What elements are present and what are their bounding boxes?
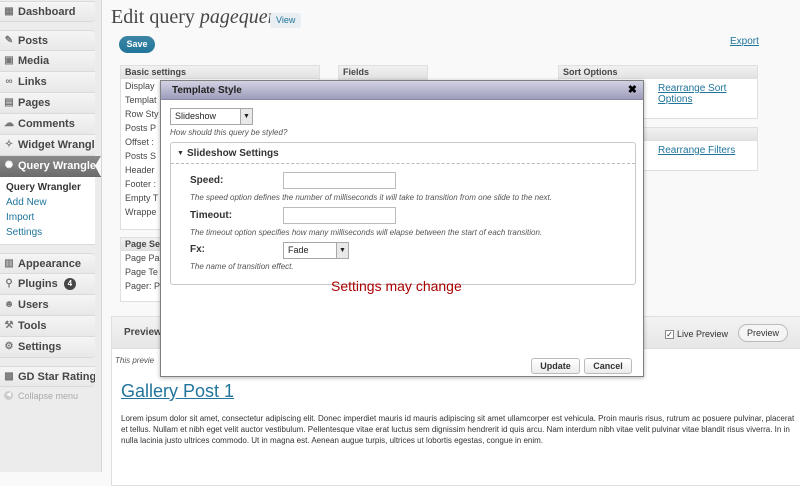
tools-icon: ⚒ bbox=[4, 320, 14, 331]
menu-item-query-wrangler[interactable]: ✺ Query Wrangler bbox=[0, 156, 101, 177]
menu-item-dashboard[interactable]: ▦ Dashboard bbox=[0, 1, 95, 22]
posts-icon: ✎ bbox=[4, 35, 14, 46]
menu-label: Media bbox=[18, 55, 50, 67]
fx-label: Fx: bbox=[190, 244, 205, 255]
comments-icon: ☁ bbox=[4, 118, 14, 129]
page-title: Edit query pagequery bbox=[111, 6, 284, 29]
menu-item-links[interactable]: ∞ Links bbox=[0, 72, 95, 93]
page-title-prefix: Edit query bbox=[111, 6, 195, 28]
menu-item-comments[interactable]: ☁ Comments bbox=[0, 114, 95, 135]
menu-item-users[interactable]: ☻ Users bbox=[0, 295, 95, 316]
slideshow-settings-header[interactable]: ▼ Slideshow Settings bbox=[171, 143, 635, 164]
speed-label: Speed: bbox=[190, 175, 224, 186]
fields-panel: Fields bbox=[338, 65, 428, 80]
template-style-dialog: Template Style ✖ Slideshow ▼ How should … bbox=[160, 80, 644, 377]
timeout-label: Timeout: bbox=[190, 210, 233, 221]
settings-icon: ⚙ bbox=[4, 341, 14, 352]
menu-item-plugins[interactable]: ⚲ Plugins 4 bbox=[0, 274, 95, 295]
appearance-icon: ▥ bbox=[4, 258, 14, 269]
chevron-down-icon: ▼ bbox=[336, 243, 348, 258]
submenu-item-settings[interactable]: Settings bbox=[6, 225, 95, 240]
preview-post-body: Lorem ipsum dolor sit amet, consectetur … bbox=[121, 414, 795, 445]
star-rating-icon: ▩ bbox=[4, 371, 14, 382]
menu-item-gd-star-rating[interactable]: ▩ GD Star Rating bbox=[0, 366, 95, 387]
menu-item-settings[interactable]: ⚙ Settings bbox=[0, 337, 95, 358]
menu-label: Dashboard bbox=[18, 6, 76, 18]
triangle-down-icon: ▼ bbox=[177, 150, 184, 157]
query-wrangler-submenu: Query Wrangler Add New Import Settings bbox=[0, 177, 95, 245]
plugins-update-badge: 4 bbox=[63, 278, 76, 291]
cancel-button[interactable]: Cancel bbox=[584, 358, 632, 374]
fx-help: The name of transition effect. bbox=[190, 262, 294, 271]
menu-label: Pages bbox=[18, 97, 51, 109]
users-icon: ☻ bbox=[3, 299, 15, 310]
settings-note: Settings may change bbox=[331, 278, 462, 294]
save-button[interactable]: Save bbox=[119, 36, 155, 53]
speed-input[interactable] bbox=[283, 172, 396, 189]
timeout-help: The timeout option specifies how many mi… bbox=[190, 228, 543, 237]
links-icon: ∞ bbox=[5, 76, 13, 87]
rearrange-filters-link[interactable]: Rearrange Filters bbox=[658, 145, 735, 156]
close-icon[interactable]: ✖ bbox=[628, 81, 637, 100]
query-wrangler-icon: ✺ bbox=[4, 160, 14, 171]
menu-label: GD Star Rating bbox=[18, 371, 95, 383]
view-button[interactable]: View bbox=[270, 13, 302, 28]
menu-item-appearance[interactable]: ▥ Appearance bbox=[0, 253, 95, 274]
rearrange-sort-options-link[interactable]: Rearrange Sort Options bbox=[658, 83, 757, 105]
menu-label: Settings bbox=[18, 341, 62, 353]
media-icon: ▣ bbox=[4, 55, 14, 66]
timeout-input[interactable] bbox=[283, 207, 396, 224]
menu-label: Comments bbox=[18, 118, 75, 130]
menu-item-media[interactable]: ▣ Media bbox=[0, 51, 95, 72]
template-style-help: How should this query be styled? bbox=[170, 128, 288, 137]
submenu-item-query-wrangler[interactable]: Query Wrangler bbox=[6, 180, 95, 195]
submenu-item-import[interactable]: Import bbox=[6, 210, 95, 225]
live-preview-checkbox[interactable]: ✓ bbox=[665, 330, 674, 339]
collapse-arrow-icon: ◀ bbox=[4, 391, 13, 400]
export-link[interactable]: Export bbox=[730, 36, 759, 47]
fx-value: Fade bbox=[288, 245, 309, 255]
menu-label: Widget Wrangler bbox=[18, 139, 95, 151]
template-style-select[interactable]: Slideshow ▼ bbox=[170, 108, 253, 125]
dashboard-icon: ▦ bbox=[4, 6, 14, 17]
menu-label: Plugins bbox=[18, 278, 58, 290]
widget-wrangler-icon: ✧ bbox=[4, 139, 14, 150]
menu-label: Links bbox=[18, 76, 47, 88]
slideshow-settings-group: ▼ Slideshow Settings Speed: The speed op… bbox=[170, 142, 636, 285]
menu-item-tools[interactable]: ⚒ Tools bbox=[0, 316, 95, 337]
sort-options-title: Sort Options bbox=[559, 66, 757, 79]
menu-label: Query Wrangler bbox=[18, 160, 101, 172]
submenu-item-add-new[interactable]: Add New bbox=[6, 195, 95, 210]
menu-item-widget-wrangler[interactable]: ✧ Widget Wrangler bbox=[0, 135, 95, 156]
speed-help: The speed option defines the number of m… bbox=[190, 193, 552, 202]
template-style-value: Slideshow bbox=[175, 111, 217, 121]
menu-item-posts[interactable]: ✎ Posts bbox=[0, 30, 95, 51]
chevron-down-icon: ▼ bbox=[240, 109, 252, 124]
collapse-menu-label: Collapse menu bbox=[18, 391, 79, 401]
slideshow-settings-title: Slideshow Settings bbox=[187, 148, 279, 159]
plugins-icon: ⚲ bbox=[5, 278, 13, 289]
menu-item-pages[interactable]: ▤ Pages bbox=[0, 93, 95, 114]
dialog-title: Template Style bbox=[161, 81, 643, 100]
menu-label: Appearance bbox=[18, 258, 81, 270]
menu-label: Users bbox=[18, 299, 49, 311]
live-preview-label: Live Preview bbox=[677, 329, 729, 339]
fields-title: Fields bbox=[339, 66, 427, 79]
fx-select[interactable]: Fade ▼ bbox=[283, 242, 349, 259]
update-button[interactable]: Update bbox=[531, 358, 580, 374]
collapse-menu-button[interactable]: ◀ Collapse menu bbox=[0, 387, 101, 405]
pages-icon: ▤ bbox=[4, 97, 14, 108]
menu-label: Tools bbox=[18, 320, 47, 332]
menu-label: Posts bbox=[18, 35, 48, 47]
preview-button[interactable]: Preview bbox=[738, 324, 789, 342]
preview-hint: This previe bbox=[115, 356, 155, 365]
admin-sidebar: ▦ Dashboard ✎ Posts ▣ Media ∞ Links ▤ Pa… bbox=[0, 0, 102, 472]
basic-settings-title: Basic settings bbox=[121, 66, 319, 79]
preview-post-title[interactable]: Gallery Post 1 bbox=[121, 381, 234, 402]
